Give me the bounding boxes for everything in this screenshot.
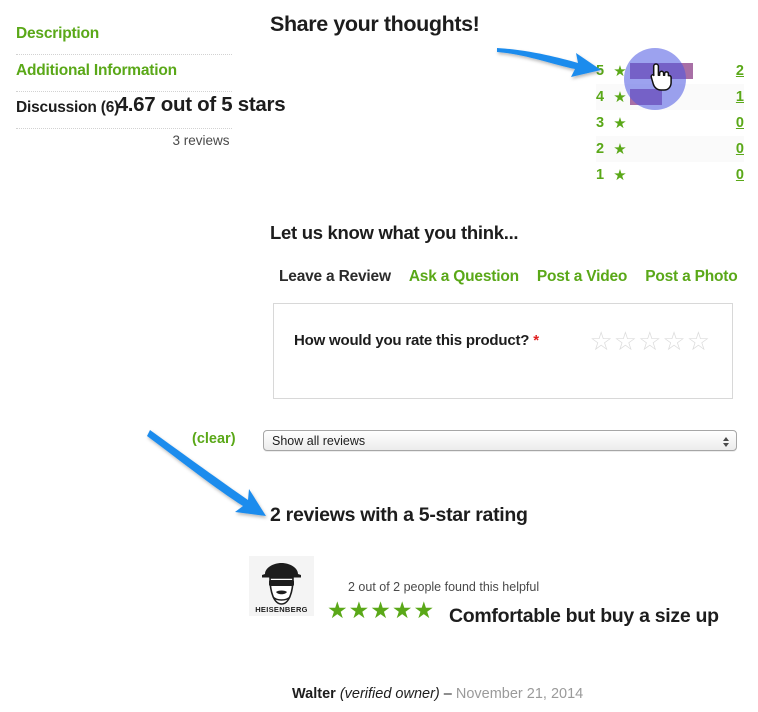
feedback-title: Let us know what you think... bbox=[270, 222, 519, 243]
rating-row-3-star[interactable]: 3 ★ 0 bbox=[596, 110, 744, 136]
rating-row-count-link[interactable]: 0 bbox=[726, 110, 744, 136]
rating-question-label: How would you rate this product? * bbox=[294, 332, 539, 349]
tab-post-a-video[interactable]: Post a Video bbox=[537, 268, 628, 286]
rating-row-2-star[interactable]: 2 ★ 0 bbox=[596, 136, 744, 162]
star-filled-icon-4: ★ bbox=[391, 597, 413, 623]
review-filter-select[interactable]: Show all reviews bbox=[263, 430, 737, 451]
main-column: Share your thoughts! bbox=[270, 0, 740, 37]
average-rating-text: 4.67 out of 5 stars bbox=[116, 93, 286, 116]
page-title: Share your thoughts! bbox=[270, 12, 480, 36]
rating-row-count-link[interactable]: 0 bbox=[726, 136, 744, 162]
star-icon: ★ bbox=[613, 114, 627, 132]
rating-row-star-number: 2 bbox=[596, 141, 605, 157]
sidebar-item-label: Additional Information bbox=[16, 62, 177, 79]
star-icon: ★ bbox=[613, 140, 627, 158]
feedback-tabs: Leave a Review Ask a Question Post a Video… bbox=[279, 268, 738, 286]
heisenberg-avatar-icon: HEISENBERG bbox=[249, 556, 314, 616]
rating-row-count-link[interactable]: 0 bbox=[726, 162, 744, 188]
review-star-rating: ★ ★ ★ ★ ★ bbox=[327, 599, 434, 622]
star-filled-icon-3: ★ bbox=[370, 597, 391, 623]
star-filled-icon-1: ★ bbox=[327, 597, 348, 623]
sidebar-item-label: Description bbox=[16, 25, 100, 42]
verified-owner-label: (verified owner) bbox=[339, 686, 440, 702]
rating-row-1-star[interactable]: 1 ★ 0 bbox=[596, 162, 744, 188]
required-marker: * bbox=[533, 332, 539, 349]
tab-leave-a-review[interactable]: Leave a Review bbox=[279, 268, 391, 286]
avatar: HEISENBERG bbox=[249, 556, 314, 616]
star-empty-icon-1[interactable]: ☆ bbox=[589, 328, 612, 354]
chevron-up-icon bbox=[723, 436, 729, 441]
review-title: Comfortable but buy a size up bbox=[449, 605, 719, 627]
arrow-to-rating-bar bbox=[497, 48, 601, 77]
tab-post-a-photo[interactable]: Post a Photo bbox=[645, 268, 738, 286]
rating-row-count-link[interactable]: 1 bbox=[726, 84, 744, 110]
helpful-count-text: 2 out of 2 people found this helpful bbox=[348, 580, 540, 594]
star-filled-icon-2: ★ bbox=[348, 597, 370, 623]
review-author: Walter bbox=[292, 686, 336, 702]
rating-bar-track bbox=[630, 110, 726, 136]
rating-input-box: How would you rate this product? * ☆ ☆ ☆ ☆ ☆ bbox=[273, 303, 733, 399]
review-page: Description Additional Information Discu… bbox=[0, 0, 758, 712]
svg-text:HEISENBERG: HEISENBERG bbox=[255, 605, 308, 614]
sidebar-item-additional-information[interactable]: Additional Information bbox=[16, 55, 232, 91]
star-empty-icon-2[interactable]: ☆ bbox=[614, 328, 637, 354]
rating-row-count-link[interactable]: 2 bbox=[726, 58, 744, 84]
rating-bar-track bbox=[630, 162, 726, 188]
average-rating-block: 4.67 out of 5 stars 3 reviews bbox=[76, 93, 326, 148]
pointing-hand-cursor-icon bbox=[650, 63, 672, 91]
rating-row-star-number: 3 bbox=[596, 115, 605, 131]
review-meta: Walter (verified owner) – November 21, 2… bbox=[292, 686, 583, 702]
rating-row-star-number: 5 bbox=[596, 63, 605, 79]
rating-question-text: How would you rate this product? bbox=[294, 332, 530, 349]
star-icon: ★ bbox=[613, 166, 627, 184]
star-rating-input[interactable]: ☆ ☆ ☆ ☆ ☆ bbox=[589, 328, 710, 354]
star-empty-icon-5[interactable]: ☆ bbox=[687, 328, 710, 354]
star-empty-icon-3[interactable]: ☆ bbox=[638, 328, 661, 354]
star-empty-icon-4[interactable]: ☆ bbox=[662, 328, 685, 354]
rating-row-star-number: 1 bbox=[596, 167, 605, 183]
review-filter-selected-value: Show all reviews bbox=[272, 434, 366, 448]
sidebar-item-description[interactable]: Description bbox=[16, 18, 232, 54]
star-filled-icon-5: ★ bbox=[413, 597, 435, 623]
review-date: November 21, 2014 bbox=[455, 686, 584, 702]
meta-separator: – bbox=[443, 686, 452, 702]
review-count-text: 3 reviews bbox=[172, 133, 230, 148]
clear-filter-link[interactable]: (clear) bbox=[192, 431, 236, 447]
rating-bar-track bbox=[630, 136, 726, 162]
rating-row-star-number: 4 bbox=[596, 89, 605, 105]
tab-ask-a-question[interactable]: Ask a Question bbox=[409, 268, 519, 286]
stepper-arrows-icon bbox=[721, 433, 731, 450]
reviews-heading: 2 reviews with a 5-star rating bbox=[270, 504, 528, 526]
chevron-down-icon bbox=[723, 442, 729, 447]
